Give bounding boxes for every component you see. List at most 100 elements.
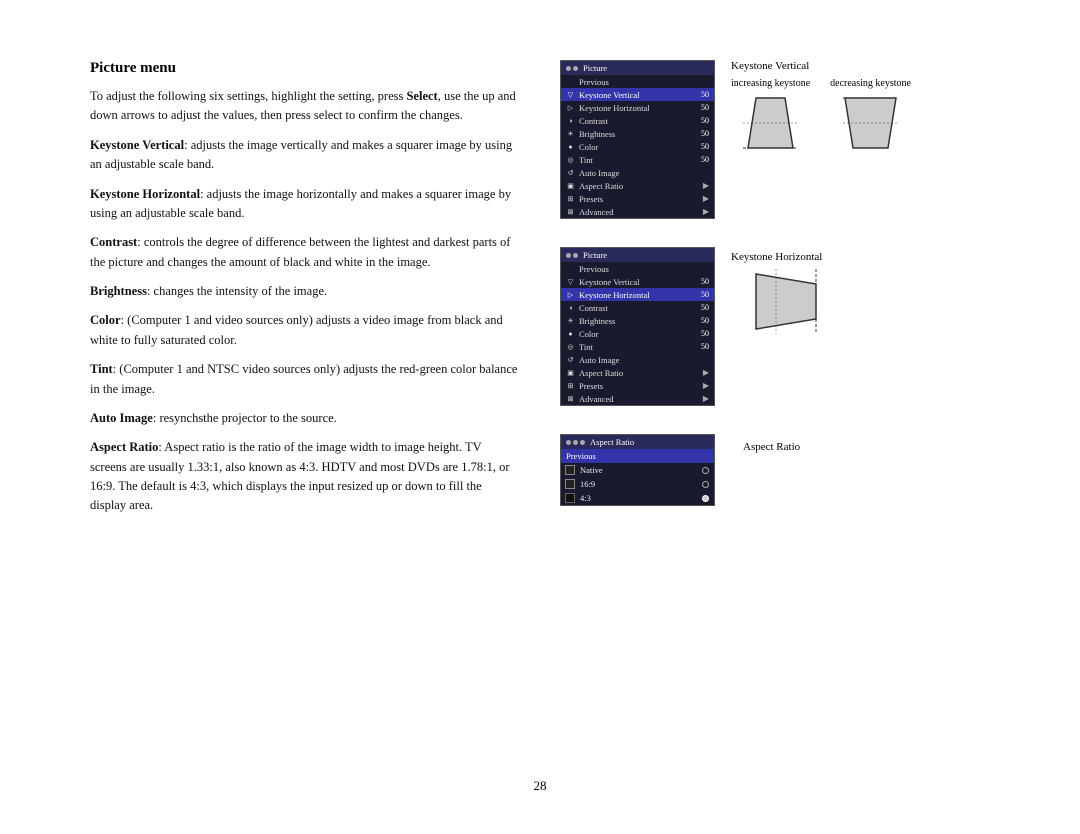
menu1-item-previous[interactable]: Previous [561, 75, 714, 88]
brightness-text: Brightness: changes the intensity of the… [90, 282, 520, 301]
menu2-item-kh[interactable]: ▷ Keystone Horizontal 50 [561, 288, 714, 301]
aspect-previous-label: Previous [566, 451, 596, 461]
brightness-icon: ☀ [566, 129, 575, 138]
menu1-title: Picture [583, 63, 607, 73]
aspect-item-169[interactable]: 16:9 [561, 477, 714, 491]
picture-menu-1: Picture Previous ▽ Keystone Vertical 50 [560, 60, 715, 219]
page-container: Picture menu To adjust the following six… [0, 0, 1080, 834]
right-column: Picture Previous ▽ Keystone Vertical 50 [560, 60, 990, 514]
kh-icon: ▷ [566, 103, 575, 112]
menu2-item-previous[interactable]: Previous [561, 262, 714, 275]
menu2-title: Picture [583, 250, 607, 260]
aspect-ratio-text: Aspect Ratio: Aspect ratio is the ratio … [90, 438, 520, 516]
aspect43-label: 4:3 [580, 493, 697, 503]
keystone-horizontal-label: Keystone Horizontal [731, 251, 822, 263]
menu2-item-kv[interactable]: ▽ Keystone Vertical 50 [561, 275, 714, 288]
dot4 [573, 253, 578, 258]
aspect-icon: ▣ [566, 181, 575, 190]
keystone-horizontal-shape [731, 269, 821, 334]
menu1-item-advanced[interactable]: ⊠ Advanced ▶ [561, 205, 714, 218]
aspect-item-43[interactable]: 4:3 [561, 491, 714, 505]
m2-kh-icon: ▷ [566, 290, 575, 299]
aspect169-label: 16:9 [580, 479, 697, 489]
m2-prev-icon [566, 264, 575, 273]
m2-brightness-icon: ☀ [566, 316, 575, 325]
menu2-item-aspect[interactable]: ▣ Aspect Ratio ▶ [561, 366, 714, 379]
menu2-item-presets[interactable]: ⊞ Presets ▶ [561, 379, 714, 392]
m2-advanced-icon: ⊠ [566, 394, 575, 403]
aspect169-radio[interactable] [702, 481, 709, 488]
dot7 [580, 440, 585, 445]
menu2-item-tint[interactable]: ◎ Tint 50 [561, 340, 714, 353]
menu1-item-brightness[interactable]: ☀ Brightness 50 [561, 127, 714, 140]
keystone-vertical-text: Keystone Vertical: adjusts the image ver… [90, 136, 520, 175]
m2-contrast-icon: ◑ [566, 303, 575, 312]
prev-icon [566, 77, 575, 86]
native-radio[interactable] [702, 467, 709, 474]
native-icon [565, 465, 575, 475]
aspect-item-native[interactable]: Native [561, 463, 714, 477]
kv-icon: ▽ [566, 90, 575, 99]
color-text: Color: (Computer 1 and video sources onl… [90, 311, 520, 350]
aspect169-icon [565, 479, 575, 489]
aspect-outside-label: Aspect Ratio [743, 441, 800, 453]
aspect-previous-item[interactable]: Previous [561, 449, 714, 463]
page-title: Picture menu [90, 60, 520, 77]
menu2-item-contrast[interactable]: ◑ Contrast 50 [561, 301, 714, 314]
menu1-item-tint[interactable]: ◎ Tint 50 [561, 153, 714, 166]
dot6 [573, 440, 578, 445]
dot2 [573, 66, 578, 71]
menu2-item-advanced[interactable]: ⊠ Advanced ▶ [561, 392, 714, 405]
keystone-horizontal-info: Keystone Horizontal [731, 251, 822, 334]
increasing-label: increasing keystone [731, 78, 810, 89]
m2-tint-icon: ◎ [566, 342, 575, 351]
intro-paragraph: To adjust the following six settings, hi… [90, 87, 520, 126]
keystone-vertical-label: Keystone Vertical [731, 60, 990, 72]
m2-aspect-icon: ▣ [566, 368, 575, 377]
m2-auto-icon: ↺ [566, 355, 575, 364]
menu1-item-kv[interactable]: ▽ Keystone Vertical 50 [561, 88, 714, 101]
aspect-menu-dots [566, 440, 585, 445]
aspect43-icon [565, 493, 575, 503]
menu1-item-contrast[interactable]: ◑ Contrast 50 [561, 114, 714, 127]
dot5 [566, 440, 571, 445]
auto-icon: ↺ [566, 168, 575, 177]
aspect-ratio-menu: Aspect Ratio Previous Native 16:9 [560, 434, 715, 506]
menu1-item-color[interactable]: ● Color 50 [561, 140, 714, 153]
main-content: Picture menu To adjust the following six… [90, 60, 990, 526]
menu1-item-aspect[interactable]: ▣ Aspect Ratio ▶ [561, 179, 714, 192]
increasing-group: increasing keystone [731, 78, 810, 153]
menu1-title-bar: Picture [561, 61, 714, 75]
contrast-text: Contrast: controls the degree of differe… [90, 233, 520, 272]
menu2-item-color[interactable]: ● Color 50 [561, 327, 714, 340]
menu2-item-auto[interactable]: ↺ Auto Image [561, 353, 714, 366]
menu-dots [566, 66, 578, 71]
contrast-icon: ◑ [566, 116, 575, 125]
tint-text: Tint: (Computer 1 and NTSC video sources… [90, 360, 520, 399]
presets-icon: ⊞ [566, 194, 575, 203]
native-label: Native [580, 465, 697, 475]
menu-section-2: Picture Previous ▽ Keystone Vertical 50 [560, 247, 990, 406]
menu2-dots [566, 253, 578, 258]
decreasing-label: decreasing keystone [830, 78, 911, 89]
aspect-ratio-section: Aspect Ratio Previous Native 16:9 [560, 434, 990, 506]
increasing-keystone-shape [743, 93, 798, 153]
aspect-outside-label-wrapper: Aspect Ratio [743, 438, 800, 454]
aspect-title-bar: Aspect Ratio [561, 435, 714, 449]
aspect43-radio[interactable] [702, 495, 709, 502]
keystone-horizontal-text: Keystone Horizontal: adjusts the image h… [90, 185, 520, 224]
keystone-vertical-info: Keystone Vertical increasing keystone [731, 60, 990, 153]
keystone-diagrams: increasing keystone decreasing keystone [731, 78, 990, 153]
decreasing-group: decreasing keystone [830, 78, 911, 153]
menu2-item-brightness[interactable]: ☀ Brightness 50 [561, 314, 714, 327]
dot1 [566, 66, 571, 71]
menu1-item-presets[interactable]: ⊞ Presets ▶ [561, 192, 714, 205]
auto-image-text: Auto Image: resynchsthe projector to the… [90, 409, 520, 428]
menu1-item-auto[interactable]: ↺ Auto Image [561, 166, 714, 179]
menu-box-1-wrapper: Picture Previous ▽ Keystone Vertical 50 [560, 60, 715, 219]
color-icon: ● [566, 142, 575, 151]
advanced-icon: ⊠ [566, 207, 575, 216]
menu1-item-kh[interactable]: ▷ Keystone Horizontal 50 [561, 101, 714, 114]
left-column: Picture menu To adjust the following six… [90, 60, 520, 526]
menu-box-2-wrapper: Picture Previous ▽ Keystone Vertical 50 [560, 247, 715, 406]
